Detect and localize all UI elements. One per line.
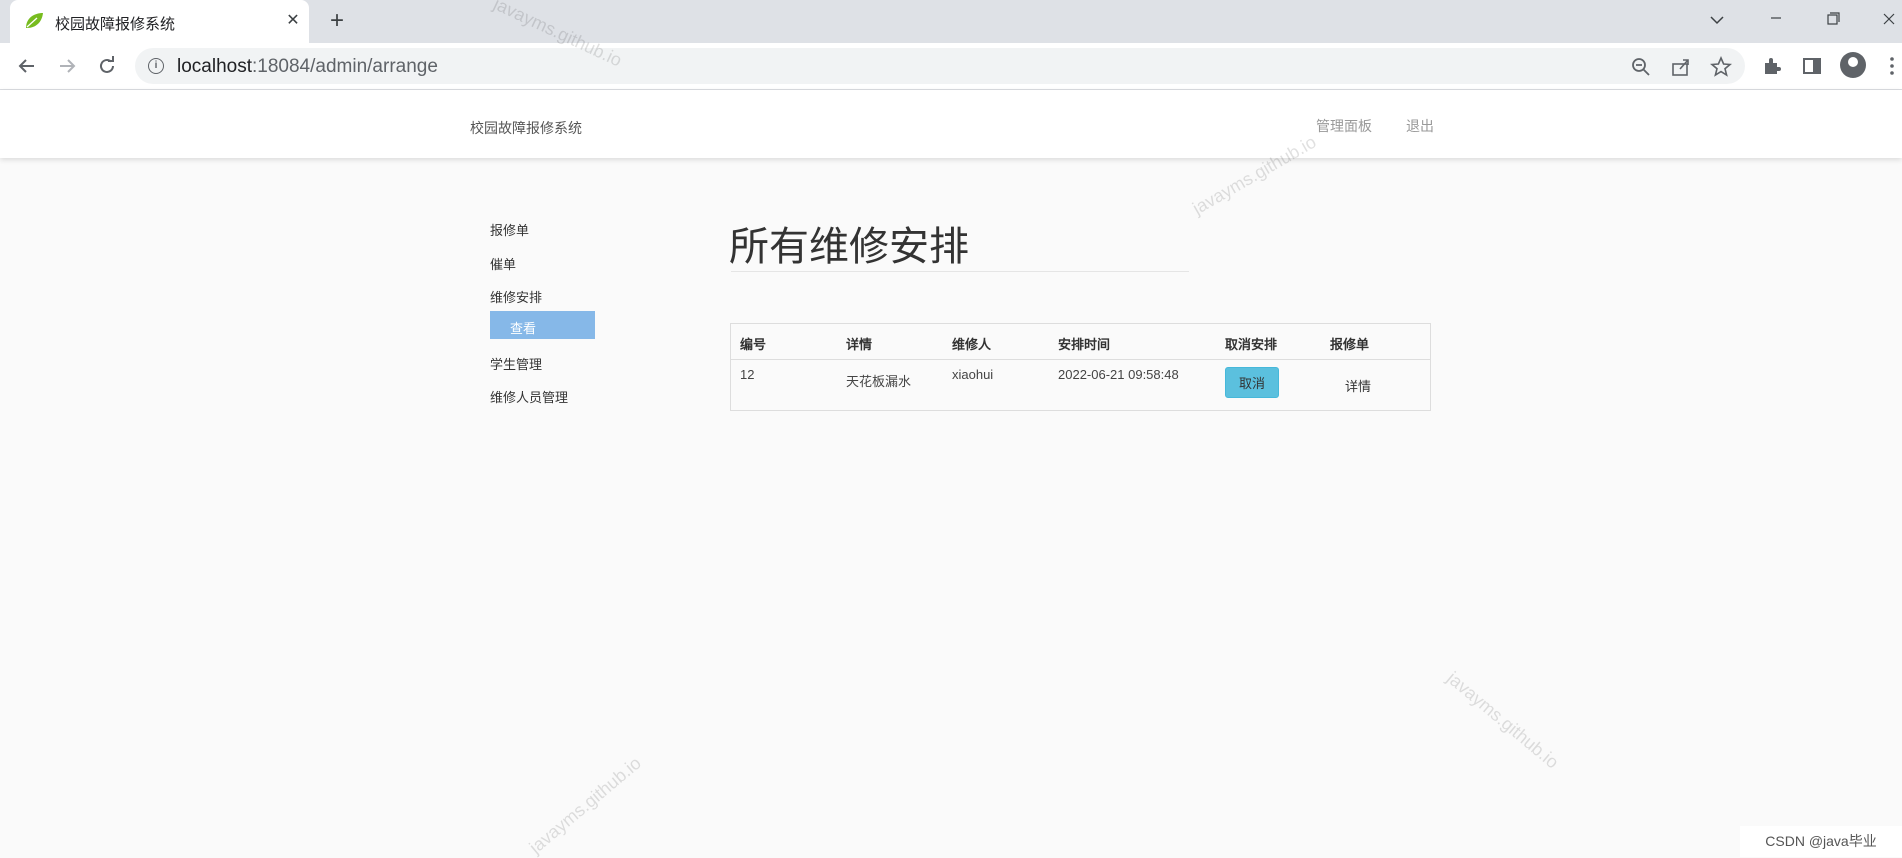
cell-time: 2022-06-21 09:58:48	[1058, 367, 1179, 382]
restore-icon[interactable]	[1813, 8, 1853, 32]
col-header-repairer: 维修人	[952, 337, 992, 352]
tab-title: 校园故障报修系统	[55, 16, 176, 33]
title-divider	[731, 271, 1189, 272]
share-icon[interactable]	[1670, 56, 1692, 78]
col-header-detail: 详情	[846, 337, 873, 352]
info-icon[interactable]: i	[148, 58, 164, 74]
sidebar-item-students[interactable]: 学生管理	[490, 354, 542, 373]
star-icon[interactable]	[1710, 56, 1732, 78]
reload-icon[interactable]	[94, 53, 120, 79]
col-header-order: 报修单	[1330, 337, 1370, 352]
window-close-icon[interactable]	[1869, 8, 1902, 32]
sidebar-item-repairers[interactable]: 维修人员管理	[490, 387, 568, 406]
order-detail-link[interactable]: 详情	[1345, 376, 1371, 395]
leaf-favicon-icon	[26, 13, 43, 28]
cell-repairer: xiaohui	[952, 367, 994, 382]
minimize-icon[interactable]	[1756, 8, 1796, 32]
col-header-cancel: 取消安排	[1225, 337, 1278, 352]
cell-detail: 天花板漏水	[846, 374, 912, 389]
sidebar-item-arrangements[interactable]: 维修安排	[490, 287, 542, 306]
arrangements-table: 编号 详情 维修人 安排时间 取消安排 报修单 12 天花板漏水 xiaohui…	[730, 323, 1431, 411]
kebab-menu-icon[interactable]	[1881, 55, 1902, 77]
brand-title[interactable]: 校园故障报修系统	[470, 118, 582, 138]
cell-id: 12	[740, 367, 755, 382]
csdn-watermark: CSDN @java毕业	[1740, 826, 1902, 857]
col-header-time: 安排时间	[1058, 337, 1111, 352]
back-arrow-icon[interactable]	[14, 53, 40, 79]
dashboard-link[interactable]: 管理面板	[1316, 116, 1372, 136]
sidebar-subitem-view[interactable]: 查看	[490, 311, 595, 339]
forward-arrow-icon[interactable]	[54, 53, 80, 79]
browser-tab[interactable]: 校园故障报修系统 ✕	[10, 0, 309, 43]
close-icon[interactable]: ✕	[283, 11, 303, 31]
logout-link[interactable]: 退出	[1406, 116, 1434, 136]
browser-toolbar: i localhost:18084/admin/arrange	[0, 43, 1902, 90]
page-title: 所有维修安排	[729, 225, 969, 269]
sidebar-item-repair-orders[interactable]: 报修单	[490, 220, 529, 239]
address-bar[interactable]: i localhost:18084/admin/arrange	[135, 48, 1745, 84]
sidebar-item-reminders[interactable]: 催单	[490, 254, 516, 273]
plus-icon[interactable]: +	[325, 9, 349, 34]
url-text[interactable]: localhost:18084/admin/arrange	[177, 56, 438, 78]
watermark: javayms.github.io	[1443, 667, 1563, 773]
table-header: 编号 详情 维修人 安排时间 取消安排 报修单	[731, 324, 1430, 360]
app-navbar: 校园故障报修系统 管理面板 退出	[0, 90, 1902, 158]
chevron-down-icon[interactable]	[1697, 8, 1737, 32]
extensions-icon[interactable]	[1761, 55, 1783, 77]
watermark: javayms.github.io	[525, 752, 645, 858]
sidepanel-icon[interactable]	[1801, 55, 1823, 77]
browser-tabstrip: 校园故障报修系统 ✕ +	[0, 0, 1902, 43]
zoom-out-icon[interactable]	[1630, 56, 1652, 78]
profile-icon[interactable]	[1840, 52, 1866, 78]
col-header-id: 编号	[740, 337, 767, 352]
cancel-arrangement-button[interactable]: 取消	[1225, 367, 1279, 398]
